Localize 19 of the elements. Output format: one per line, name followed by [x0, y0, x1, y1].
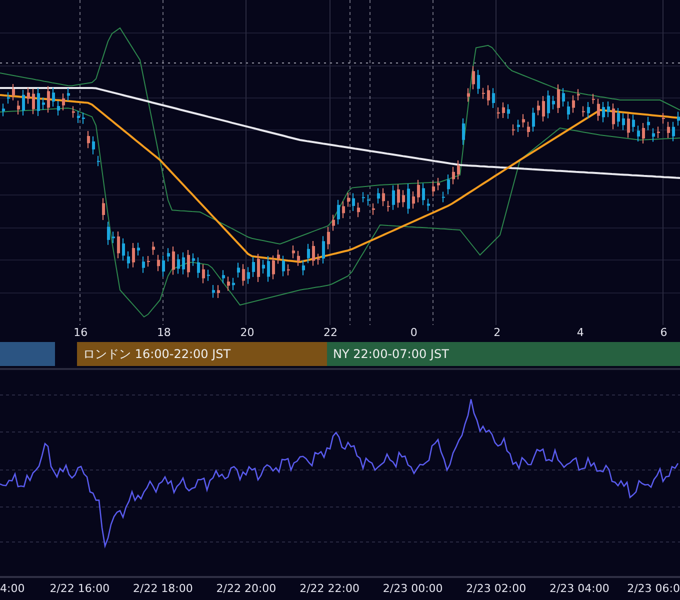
time-axis-label: 2/23 00:00: [382, 582, 443, 594]
time-axis-label: 16: [74, 325, 88, 340]
time-axis-label: 2/23 02:00: [466, 582, 526, 594]
time-axis-label: 0: [410, 325, 418, 340]
time-axis-label: 2/22 18:00: [132, 582, 193, 594]
time-axis-label: 2/22 20:00: [216, 582, 276, 594]
time-axis-label: 2/23 04:00: [549, 582, 610, 594]
time-axis-label: 4:00: [0, 582, 25, 594]
time-axis-label: 2: [494, 325, 501, 340]
time-axis-label: 22: [324, 325, 338, 340]
time-axis-label: 18: [156, 325, 171, 340]
session-bar: ロンドン 16:00-22:00 JST: [77, 342, 327, 366]
time-axis-label: 20: [240, 325, 254, 340]
session-bar: NY 22:00-07:00 JST: [327, 342, 680, 366]
time-axis-label: 2/22 22:00: [300, 582, 360, 594]
time-axis-label: 2/22 16:00: [50, 582, 110, 594]
time-axis-label: 4: [576, 325, 584, 340]
time-axis-label: 6: [660, 325, 668, 340]
time-axis-label: 2/23 06:0: [627, 582, 680, 594]
